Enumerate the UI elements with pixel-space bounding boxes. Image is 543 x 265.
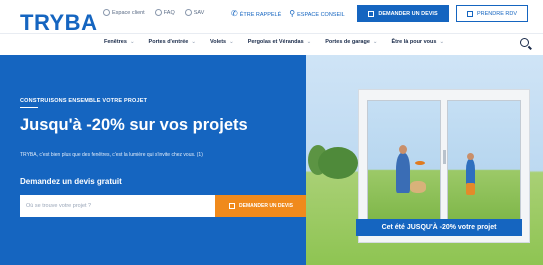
- utility-link-sav[interactable]: SAV: [184, 9, 204, 16]
- quote-submit-button[interactable]: DEMANDER UN DEVIS: [215, 195, 307, 217]
- book-appointment-button[interactable]: PRENDRE RDV: [456, 5, 528, 22]
- hero-eyebrow: CONSTRUISONS ENSEMBLE VOTRE PROJET: [20, 98, 148, 104]
- chevron-down-icon: ⌄: [439, 39, 445, 45]
- advice-space-link[interactable]: ⚲ ESPACE CONSEIL: [289, 9, 344, 18]
- calendar-icon: [466, 10, 473, 17]
- hero-panel: CONSTRUISONS ENSEMBLE VOTRE PROJET Jusqu…: [0, 55, 307, 265]
- quote-form: DEMANDER UN DEVIS: [20, 195, 307, 217]
- nav-item-portes-entree[interactable]: Portes d'entrée ⌄: [149, 39, 196, 45]
- chevron-down-icon: ⌄: [229, 39, 234, 45]
- child-shorts-illustration: [466, 183, 475, 195]
- utility-link-faq[interactable]: FAQ: [154, 9, 175, 16]
- promo-banner[interactable]: Cet été JUSQU'À -20% votre projet: [356, 219, 522, 236]
- chevron-down-icon: ⌄: [191, 39, 196, 45]
- tools-icon: [184, 9, 192, 16]
- frisbee-illustration: [415, 161, 425, 165]
- nav-item-etre-la[interactable]: Être là pour vous ⌄: [392, 39, 445, 45]
- chevron-down-icon: ⌄: [306, 39, 312, 45]
- callback-link[interactable]: ✆ ÊTRE RAPPELÉ: [231, 9, 281, 18]
- child-head-illustration: [467, 153, 474, 160]
- tree-illustration: [318, 147, 358, 179]
- dog-illustration: [410, 181, 426, 193]
- location-pin-icon: ⚲: [289, 9, 296, 18]
- window-handle: [443, 150, 446, 164]
- nav-item-volets[interactable]: Volets ⌄: [210, 39, 234, 45]
- man-head-illustration: [399, 145, 407, 154]
- header-contact-links: ✆ ÊTRE RAPPELÉ ⚲ ESPACE CONSEIL: [231, 9, 345, 18]
- project-location-input[interactable]: [20, 195, 215, 217]
- window-pane-left: [367, 100, 441, 226]
- quote-form-title: Demandez un devis gratuit: [20, 177, 122, 186]
- document-icon: [229, 203, 236, 209]
- nav-item-pergolas-verandas[interactable]: Pergolas et Vérandas ⌄: [248, 39, 312, 45]
- hero-subtext: TRYBA, c'est bien plus que des fenêtres,…: [20, 152, 203, 158]
- help-icon: [154, 9, 162, 16]
- site-header: TRYBA CONSTRUIRE • SECURISER • ECONOMISE…: [0, 0, 543, 39]
- nav-item-fenetres[interactable]: Fenêtres ⌄: [104, 39, 135, 45]
- eyebrow-divider: [20, 107, 38, 108]
- nav-item-portes-garage[interactable]: Portes de garage ⌄: [325, 39, 377, 45]
- search-icon[interactable]: [520, 38, 529, 47]
- main-nav: Fenêtres ⌄ Portes d'entrée ⌄ Volets ⌄ Pergo…: [0, 33, 543, 53]
- hero-headline: Jusqu'à -20% sur vos projets: [20, 116, 248, 134]
- request-quote-button[interactable]: DEMANDER UN DEVIS: [357, 5, 449, 22]
- child-illustration: [466, 159, 475, 185]
- chevron-down-icon: ⌄: [129, 39, 135, 45]
- phone-icon: ✆: [231, 9, 238, 18]
- man-illustration: [396, 153, 410, 193]
- document-icon: [368, 10, 375, 17]
- utility-link-espace-client[interactable]: Espace client: [103, 9, 145, 16]
- logo-wordmark: TRYBA: [20, 10, 98, 35]
- window-pane-right: [447, 100, 521, 226]
- chevron-down-icon: ⌄: [372, 39, 378, 45]
- utility-links: Espace client FAQ SAV: [103, 9, 204, 16]
- user-icon: [103, 9, 110, 16]
